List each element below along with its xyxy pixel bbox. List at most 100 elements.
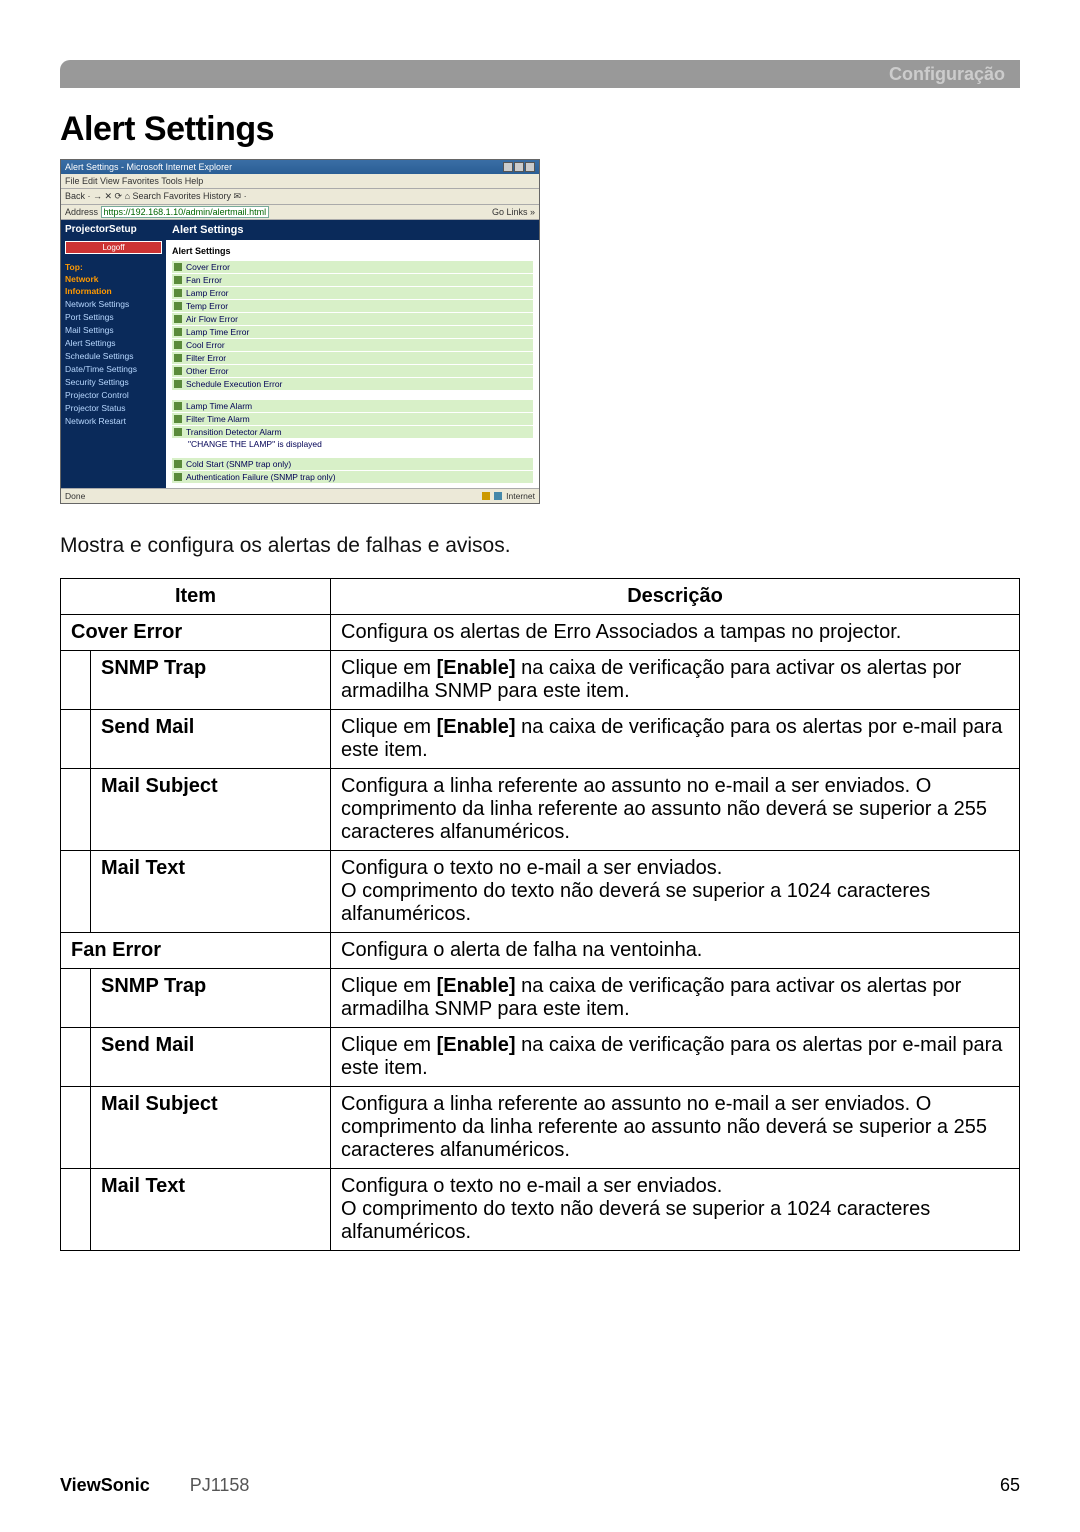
indent-cell (61, 1169, 91, 1251)
alert-row[interactable]: Fan Error (172, 274, 533, 286)
sidebar: ProjectorSetup Logoff Top: Network Infor… (61, 220, 166, 488)
item-cell: Mail Text (91, 1169, 331, 1251)
toolbar[interactable]: Back · → ✕ ⟳ ⌂ Search Favorites History … (61, 189, 539, 205)
item-cell: Fan Error (61, 933, 331, 969)
alert-row[interactable]: Transition Detector Alarm (172, 426, 533, 438)
desc-cell: Clique em [Enable] na caixa de verificaç… (331, 710, 1020, 769)
alert-row[interactable]: Lamp Error (172, 287, 533, 299)
checkbox-icon[interactable] (174, 263, 182, 271)
checkbox-icon[interactable] (174, 289, 182, 297)
table-row: Mail TextConfigura o texto no e-mail a s… (61, 851, 1020, 933)
sidebar-network[interactable]: Network (65, 274, 162, 284)
checkbox-icon[interactable] (174, 354, 182, 362)
alert-row[interactable]: Cold Start (SNMP trap only) (172, 458, 533, 470)
alert-row[interactable]: Schedule Execution Error (172, 378, 533, 390)
main-header: Alert Settings (166, 220, 539, 240)
footer-brand: ViewSonic (60, 1475, 150, 1496)
sidebar-item[interactable]: Security Settings (65, 377, 162, 387)
table-row: Send MailClique em [Enable] na caixa de … (61, 1028, 1020, 1087)
alert-label: Other Error (186, 366, 229, 376)
sidebar-item[interactable]: Alert Settings (65, 338, 162, 348)
desc-cell: Configura o texto no e-mail a ser enviad… (331, 851, 1020, 933)
sidebar-item[interactable]: Mail Settings (65, 325, 162, 335)
desc-cell: Configura os alertas de Erro Associados … (331, 615, 1020, 651)
checkbox-icon[interactable] (174, 460, 182, 468)
alert-label: Filter Error (186, 353, 226, 363)
sidebar-item[interactable]: Projector Status (65, 403, 162, 413)
sidebar-item[interactable]: Network Restart (65, 416, 162, 426)
table-row: Mail SubjectConfigura a linha referente … (61, 1087, 1020, 1169)
main-panel: Alert Settings Alert Settings Cover Erro… (166, 220, 539, 488)
alert-label: Cover Error (186, 262, 230, 272)
table-row: SNMP TrapClique em [Enable] na caixa de … (61, 969, 1020, 1028)
sidebar-item[interactable]: Port Settings (65, 312, 162, 322)
checkbox-icon[interactable] (174, 428, 182, 436)
ie-icon (494, 492, 502, 500)
checkbox-icon[interactable] (174, 415, 182, 423)
sidebar-item[interactable]: Date/Time Settings (65, 364, 162, 374)
main-subheader: Alert Settings (166, 240, 539, 260)
alert-row[interactable]: Other Error (172, 365, 533, 377)
table-row: Send MailClique em [Enable] na caixa de … (61, 710, 1020, 769)
main-note: "CHANGE THE LAMP" is displayed (166, 439, 539, 449)
footer-page: 65 (1000, 1475, 1020, 1496)
alert-label: Lamp Time Error (186, 327, 249, 337)
alert-row[interactable]: Filter Time Alarm (172, 413, 533, 425)
desc-cell: Configura o texto no e-mail a ser enviad… (331, 1169, 1020, 1251)
checkbox-icon[interactable] (174, 276, 182, 284)
alert-row[interactable]: Temp Error (172, 300, 533, 312)
checkbox-icon[interactable] (174, 328, 182, 336)
menubar[interactable]: File Edit View Favorites Tools Help (61, 174, 539, 189)
indent-cell (61, 769, 91, 851)
page-footer: ViewSonic PJ1158 65 (60, 1475, 1020, 1496)
desc-cell: Clique em [Enable] na caixa de verificaç… (331, 1028, 1020, 1087)
address-label: Address (65, 207, 98, 217)
table-row: Cover ErrorConfigura os alertas de Erro … (61, 615, 1020, 651)
minimize-icon[interactable] (503, 162, 513, 172)
checkbox-icon[interactable] (174, 380, 182, 388)
alert-row[interactable]: Cover Error (172, 261, 533, 273)
maximize-icon[interactable] (514, 162, 524, 172)
checkbox-icon[interactable] (174, 473, 182, 481)
table-row: Mail TextConfigura o texto no e-mail a s… (61, 1169, 1020, 1251)
sidebar-information[interactable]: Information (65, 286, 162, 296)
item-cell: Mail Text (91, 851, 331, 933)
checkbox-icon[interactable] (174, 315, 182, 323)
alert-row[interactable]: Cool Error (172, 339, 533, 351)
sidebar-item[interactable]: Projector Control (65, 390, 162, 400)
alert-label: Filter Time Alarm (186, 414, 250, 424)
sidebar-top: Top: (65, 262, 162, 272)
checkbox-icon[interactable] (174, 302, 182, 310)
addressbar[interactable]: Address https://192.168.1.10/admin/alert… (61, 205, 539, 220)
alert-row[interactable]: Filter Error (172, 352, 533, 364)
th-item: Item (61, 579, 331, 615)
alert-label: Schedule Execution Error (186, 379, 282, 389)
indent-cell (61, 710, 91, 769)
section-header: Configuração (60, 60, 1020, 88)
checkbox-icon[interactable] (174, 341, 182, 349)
indent-cell (61, 651, 91, 710)
window-titlebar: Alert Settings - Microsoft Internet Expl… (61, 160, 539, 174)
item-cell: Send Mail (91, 710, 331, 769)
item-cell: Cover Error (61, 615, 331, 651)
table-row: Fan ErrorConfigura o alerta de falha na … (61, 933, 1020, 969)
close-icon[interactable] (525, 162, 535, 172)
sidebar-item[interactable]: Network Settings (65, 299, 162, 309)
address-value[interactable]: https://192.168.1.10/admin/alertmail.htm… (101, 206, 270, 218)
footer-model: PJ1158 (190, 1475, 250, 1496)
item-cell: Mail Subject (91, 769, 331, 851)
alert-label: Authentication Failure (SNMP trap only) (186, 472, 336, 482)
checkbox-icon[interactable] (174, 402, 182, 410)
alert-row[interactable]: Lamp Time Error (172, 326, 533, 338)
status-right: Internet (506, 491, 535, 501)
window-buttons (503, 162, 535, 172)
checkbox-icon[interactable] (174, 367, 182, 375)
desc-cell: Configura a linha referente ao assunto n… (331, 769, 1020, 851)
sidebar-item[interactable]: Schedule Settings (65, 351, 162, 361)
alert-row[interactable]: Air Flow Error (172, 313, 533, 325)
address-right[interactable]: Go Links » (492, 207, 535, 217)
alert-row[interactable]: Authentication Failure (SNMP trap only) (172, 471, 533, 483)
th-desc: Descrição (331, 579, 1020, 615)
logoff-button[interactable]: Logoff (65, 241, 162, 254)
alert-row[interactable]: Lamp Time Alarm (172, 400, 533, 412)
